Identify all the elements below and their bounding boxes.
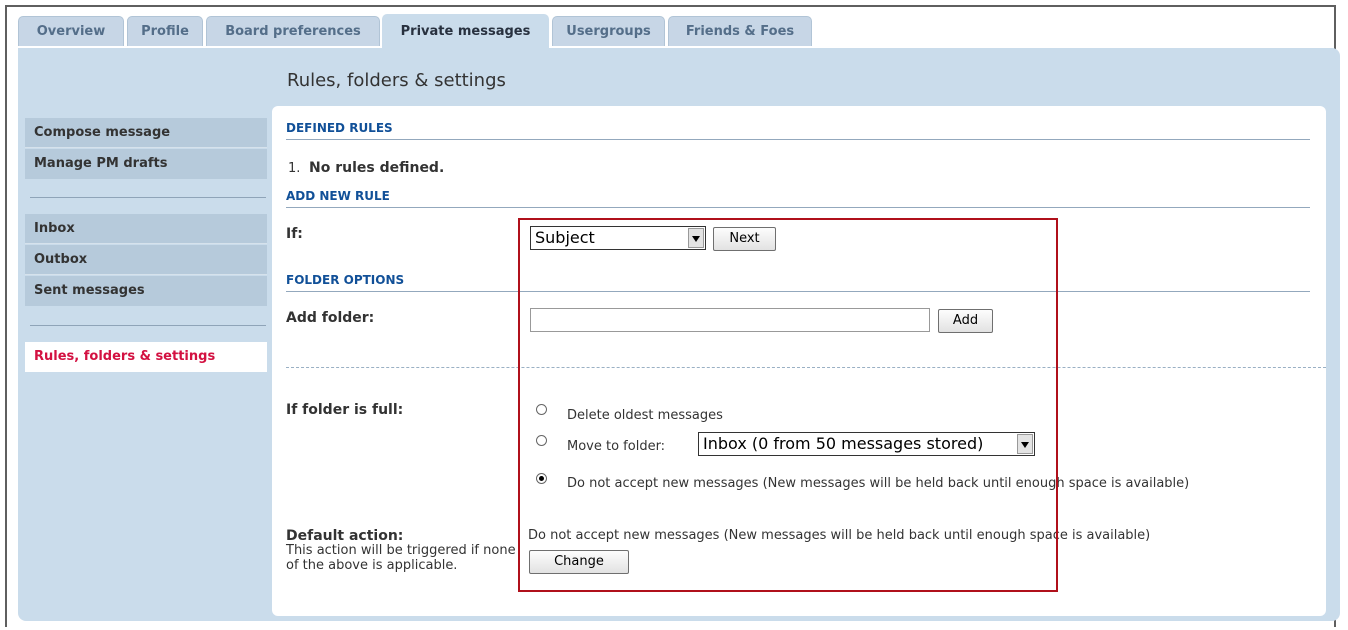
sidebar-divider (30, 197, 266, 198)
tab-private-messages[interactable]: Private messages (382, 14, 549, 49)
next-button[interactable]: Next (713, 227, 776, 251)
sidebar-item-drafts[interactable]: Manage PM drafts (25, 149, 267, 179)
sidebar-item-compose[interactable]: Compose message (25, 118, 267, 148)
add-folder-button[interactable]: Add (938, 309, 993, 333)
section-heading-add-rule: ADD NEW RULE (286, 188, 1310, 208)
tab-usergroups[interactable]: Usergroups (552, 16, 665, 46)
content-area: DEFINED RULES 1. No rules defined. ADD N… (272, 106, 1326, 616)
add-folder-input[interactable] (530, 308, 930, 332)
radio-delete-oldest[interactable] (536, 404, 547, 415)
section-heading-defined-rules: DEFINED RULES (286, 120, 1310, 140)
sidebar-divider (30, 325, 266, 326)
tab-friends-foes[interactable]: Friends & Foes (668, 16, 812, 46)
no-rules-text: No rules defined. (309, 160, 445, 176)
tab-board-preferences[interactable]: Board preferences (206, 16, 380, 46)
radio-move-to-folder-label: Move to folder: (567, 439, 666, 454)
sidebar-item-sent[interactable]: Sent messages (25, 276, 267, 306)
default-action-label: Default action: (286, 528, 404, 544)
rule-condition-select[interactable]: Subject (530, 226, 706, 250)
if-label: If: (286, 226, 303, 242)
sidebar-item-outbox[interactable]: Outbox (25, 245, 267, 275)
add-folder-label: Add folder: (286, 310, 375, 326)
move-folder-select[interactable]: Inbox (0 from 50 messages stored) (698, 432, 1035, 456)
dashed-divider (286, 367, 1326, 368)
change-button[interactable]: Change (529, 550, 629, 574)
chevron-down-icon[interactable] (1017, 434, 1033, 454)
rule-condition-value: Subject (535, 228, 595, 247)
rule-number: 1. (288, 161, 301, 176)
sidebar-item-inbox[interactable]: Inbox (25, 214, 267, 244)
chevron-down-icon[interactable] (688, 228, 704, 248)
main-panel: Rules, folders & settings Compose messag… (18, 48, 1340, 621)
folder-full-label: If folder is full: (286, 402, 404, 418)
radio-move-to-folder[interactable] (536, 435, 547, 446)
default-action-description: This action will be triggered if none of… (286, 543, 516, 573)
section-heading-folder-options: FOLDER OPTIONS (286, 272, 1310, 292)
page-title: Rules, folders & settings (287, 70, 506, 91)
tab-overview[interactable]: Overview (18, 16, 124, 46)
default-action-current: Do not accept new messages (New messages… (528, 528, 1151, 543)
sidebar-item-rules[interactable]: Rules, folders & settings (25, 342, 267, 372)
tab-profile[interactable]: Profile (127, 16, 203, 46)
move-folder-value: Inbox (0 from 50 messages stored) (703, 434, 984, 453)
radio-reject-messages-label: Do not accept new messages (New messages… (567, 476, 1190, 491)
radio-delete-oldest-label: Delete oldest messages (567, 408, 723, 423)
